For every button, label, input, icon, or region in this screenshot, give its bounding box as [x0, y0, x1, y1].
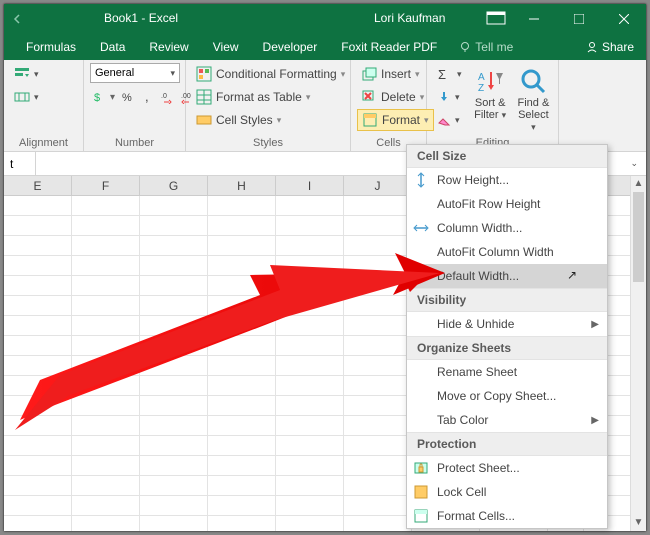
ribbon-tabs: Formulas Data Review View Developer Foxi…: [4, 34, 646, 60]
accounting-button[interactable]: $▾: [90, 86, 117, 108]
fill-button[interactable]: ▾: [433, 86, 466, 108]
lock-icon: [413, 484, 429, 500]
fmtcells-icon: [413, 508, 429, 524]
svg-text:Σ: Σ: [438, 67, 446, 81]
ribbon-display-icon[interactable]: [486, 11, 506, 28]
merge-center-button[interactable]: ▾: [10, 86, 43, 108]
autosum-button[interactable]: Σ▾: [433, 63, 466, 85]
menu-header: Organize Sheets: [407, 336, 607, 360]
menu-item-label: Protect Sheet...: [437, 461, 520, 475]
format-menu: Cell Size Row Height... AutoFit Row Height…: [406, 144, 608, 529]
percent-button[interactable]: %: [119, 86, 137, 108]
group-styles: Conditional Formatting Format as Table C…: [186, 60, 351, 151]
col-header-F[interactable]: F: [72, 176, 140, 195]
menu-item-row-height[interactable]: Row Height...: [407, 168, 607, 192]
scroll-thumb[interactable]: [633, 192, 644, 282]
inc-decimal-button[interactable]: .0: [159, 86, 177, 108]
comma-button[interactable]: ,: [139, 86, 157, 108]
menu-item-label: AutoFit Column Width: [437, 245, 554, 259]
titlebar: Book1 - Excel Lori Kaufman: [4, 4, 646, 34]
scroll-down-icon[interactable]: ▼: [631, 515, 646, 531]
menu-item-label: Column Width...: [437, 221, 522, 235]
menu-item-hide-unhide[interactable]: Hide & Unhide ▶: [407, 312, 607, 336]
tab-foxit[interactable]: Foxit Reader PDF: [329, 34, 449, 60]
tab-view[interactable]: View: [201, 34, 251, 60]
menu-item-label: Move or Copy Sheet...: [437, 389, 556, 403]
tab-developer[interactable]: Developer: [251, 34, 330, 60]
tab-formulas[interactable]: Formulas: [14, 34, 88, 60]
menu-item-label: Hide & Unhide: [437, 317, 514, 331]
tab-review[interactable]: Review: [137, 34, 200, 60]
col-header-E[interactable]: E: [4, 176, 72, 195]
menu-item-label: Row Height...: [437, 173, 509, 187]
group-alignment: ▾ ▾ Alignment: [4, 60, 84, 151]
menu-item-autofit-column-width[interactable]: AutoFit Column Width: [407, 240, 607, 264]
wrap-text-button[interactable]: ▾: [10, 63, 43, 85]
col-header-I[interactable]: I: [276, 176, 344, 195]
submenu-arrow-icon: ▶: [591, 415, 599, 426]
menu-item-label: AutoFit Row Height: [437, 197, 540, 211]
cell-styles-button[interactable]: Cell Styles: [192, 109, 349, 131]
menu-item-column-width[interactable]: Column Width...: [407, 216, 607, 240]
close-button[interactable]: [601, 4, 646, 34]
ribbon: ▾ ▾ Alignment General▾ $▾ % , .0 .00 Num…: [4, 60, 646, 152]
window-title: Book1 - Excel: [104, 11, 178, 25]
submenu-arrow-icon: ▶: [591, 319, 599, 330]
menu-item-autofit-row-height[interactable]: AutoFit Row Height: [407, 192, 607, 216]
menu-item-rename-sheet[interactable]: Rename Sheet: [407, 360, 607, 384]
nav-left-icon[interactable]: [12, 14, 22, 24]
share-button[interactable]: Share: [586, 40, 634, 54]
menu-item-default-width[interactable]: Default Width...: [407, 264, 607, 288]
protect-icon: [413, 460, 429, 476]
conditional-formatting-button[interactable]: Conditional Formatting: [192, 63, 349, 85]
menu-item-format-cells[interactable]: Format Cells...: [407, 504, 607, 528]
bulb-icon: [459, 41, 471, 53]
group-editing: Σ▾ ▾ ▾ AZ Sort & Filter ▾ Find & Select …: [427, 60, 559, 151]
svg-text:Z: Z: [478, 83, 484, 94]
sort-filter-button[interactable]: AZ Sort & Filter ▾: [472, 63, 509, 135]
format-as-table-button[interactable]: Format as Table: [192, 86, 349, 108]
menu-item-label: Tab Color: [437, 413, 488, 427]
col-header-J[interactable]: J: [344, 176, 412, 195]
menu-header: Cell Size: [407, 145, 607, 168]
user-name: Lori Kaufman: [374, 11, 445, 25]
minimize-button[interactable]: [511, 4, 556, 34]
tell-me[interactable]: Tell me: [459, 40, 513, 54]
menu-item-label: Rename Sheet: [437, 365, 517, 379]
svg-text:.0: .0: [161, 93, 167, 100]
tab-data[interactable]: Data: [88, 34, 137, 60]
menu-item-label: Default Width...: [437, 269, 519, 283]
group-cells: Insert Delete Format Cells: [351, 60, 427, 151]
maximize-button[interactable]: [556, 4, 601, 34]
col-header-G[interactable]: G: [140, 176, 208, 195]
svg-text:$: $: [94, 92, 100, 104]
group-number: General▾ $▾ % , .0 .00 Number: [84, 60, 186, 151]
format-button[interactable]: Format: [357, 109, 434, 131]
scroll-up-icon[interactable]: ▲: [631, 176, 646, 192]
clear-button[interactable]: ▾: [433, 109, 466, 131]
menu-item-protect-sheet[interactable]: Protect Sheet...: [407, 456, 607, 480]
menu-item-lock-cell[interactable]: Lock Cell: [407, 480, 607, 504]
col-width-icon: [413, 220, 429, 236]
menu-item-move-or-copy-sheet[interactable]: Move or Copy Sheet...: [407, 384, 607, 408]
person-icon: [586, 41, 598, 53]
svg-text:A: A: [478, 72, 485, 83]
menu-item-label: Lock Cell: [437, 485, 486, 499]
delete-button[interactable]: Delete: [357, 86, 434, 108]
menu-header: Visibility: [407, 288, 607, 312]
menu-item-tab-color[interactable]: Tab Color ▶: [407, 408, 607, 432]
menu-item-label: Format Cells...: [437, 509, 515, 523]
name-box[interactable]: t: [4, 152, 36, 176]
svg-text:%: %: [122, 92, 132, 104]
insert-button[interactable]: Insert: [357, 63, 434, 85]
menu-header: Protection: [407, 432, 607, 456]
svg-text:,: ,: [145, 90, 149, 104]
expand-formula-icon[interactable]: ⌄: [630, 158, 638, 169]
number-format-combo[interactable]: General▾: [90, 63, 180, 83]
vertical-scrollbar[interactable]: ▲ ▼: [630, 176, 646, 531]
find-select-button[interactable]: Find & Select ▾: [515, 63, 552, 135]
col-header-H[interactable]: H: [208, 176, 276, 195]
row-height-icon: [413, 172, 429, 188]
